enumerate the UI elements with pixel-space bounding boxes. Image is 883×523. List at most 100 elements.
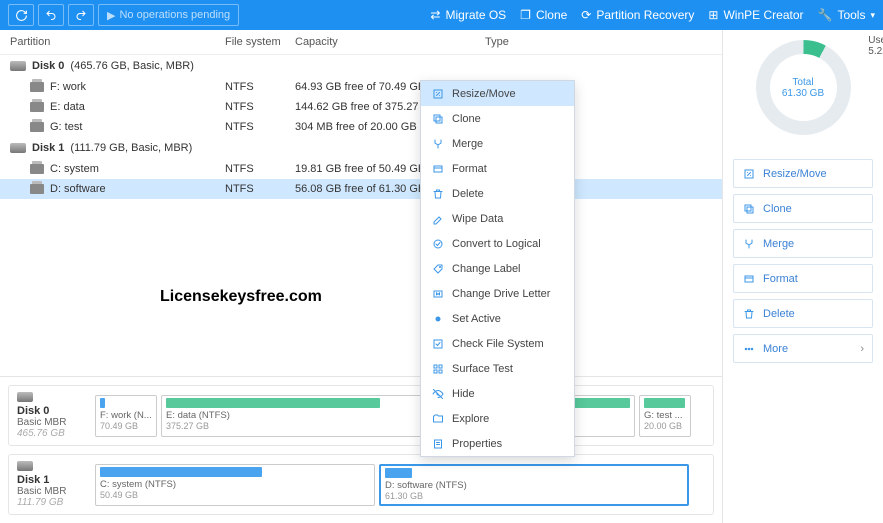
disk-map-row[interactable]: Disk 1Basic MBR111.79 GB C: system (NTFS…: [8, 454, 714, 515]
refresh-button[interactable]: [8, 4, 34, 26]
delete-icon: [742, 307, 755, 320]
action-delete[interactable]: Delete: [733, 299, 873, 328]
partition-bar[interactable]: C: system (NTFS) 50.49 GB: [95, 464, 375, 506]
context-menu-item[interactable]: Change Drive Letter: [421, 281, 574, 306]
pending-operations-button[interactable]: ▶ No operations pending: [98, 4, 239, 26]
context-menu-item[interactable]: Delete: [421, 181, 574, 206]
redo-button[interactable]: [68, 4, 94, 26]
disk-icon: [17, 392, 33, 402]
partition-bar-fill: [385, 468, 412, 478]
donut-used-value: 5.22 GB: [868, 46, 883, 57]
migrate-os-button[interactable]: ⇄Migrate OS: [430, 8, 506, 22]
right-panel: Used 5.22 GB Total 61.30 GB Resize/Move C…: [723, 30, 883, 523]
partition-bar-size: 70.49 GB: [100, 421, 152, 431]
partition-row[interactable]: E: dataNTFS144.62 GB free of 375.27 GB: [0, 97, 722, 117]
top-toolbar: ▶ No operations pending ⇄Migrate OS ❐Clo…: [0, 0, 883, 30]
action-label: Delete: [763, 308, 795, 320]
context-menu-label: Merge: [452, 138, 483, 150]
format-icon: [742, 272, 755, 285]
context-menu-label: Properties: [452, 438, 502, 450]
usage-donut: Used 5.22 GB Total 61.30 GB: [733, 40, 873, 135]
merge-icon: [431, 137, 444, 150]
bar-wrap: F: work (N... 70.49 GB E: data (NTFS) 37…: [95, 395, 705, 437]
partition-bar[interactable]: G: test ... 20.00 GB: [639, 395, 691, 437]
context-menu-item[interactable]: Hide: [421, 381, 574, 406]
donut-used: Used 5.22 GB: [868, 35, 883, 57]
col-partition[interactable]: Partition: [10, 36, 225, 48]
partition-recovery-button[interactable]: ⟳Partition Recovery: [581, 8, 694, 22]
context-menu-item[interactable]: Check File System: [421, 331, 574, 356]
tools-button[interactable]: 🔧Tools▾: [818, 8, 876, 22]
clone-icon: [742, 202, 755, 215]
partition-row[interactable]: F: workNTFS64.93 GB free of 70.49 GB: [0, 77, 722, 97]
partition-fs: NTFS: [225, 163, 295, 175]
context-menu-item[interactable]: Explore: [421, 406, 574, 431]
context-menu-item[interactable]: Surface Test: [421, 356, 574, 381]
context-menu-item[interactable]: Format: [421, 156, 574, 181]
partition-name: F: work: [50, 81, 86, 93]
col-capacity[interactable]: Capacity: [295, 36, 485, 48]
format-icon: [431, 162, 444, 175]
action-label: Merge: [763, 238, 794, 250]
context-menu-item[interactable]: Change Label: [421, 256, 574, 281]
winpe-creator-label: WinPE Creator: [723, 8, 803, 22]
partition-bar-fill: [100, 398, 105, 408]
disk-meta: (465.76 GB, Basic, MBR): [70, 60, 194, 72]
props-icon: [431, 437, 444, 450]
disk-row[interactable]: Disk 0 (465.76 GB, Basic, MBR): [0, 55, 722, 77]
partition-bar-size: 61.30 GB: [385, 491, 683, 501]
disk-map-row[interactable]: Disk 0Basic MBR465.76 GB F: work (N... 7…: [8, 385, 714, 446]
context-menu-label: Change Drive Letter: [452, 288, 550, 300]
context-menu-label: Surface Test: [452, 363, 513, 375]
partition-bar[interactable]: D: software (NTFS) 61.30 GB: [379, 464, 689, 506]
action-resize[interactable]: Resize/Move: [733, 159, 873, 188]
disk-map-area: Disk 0Basic MBR465.76 GB F: work (N... 7…: [0, 376, 722, 523]
partition-row[interactable]: D: softwareNTFS56.08 GB free of 61.30 GB: [0, 179, 722, 199]
action-merge[interactable]: Merge: [733, 229, 873, 258]
context-menu-label: Format: [452, 163, 487, 175]
windows-icon: ⊞: [708, 8, 718, 22]
donut-used-label: Used: [868, 35, 883, 46]
chevron-right-icon: ›: [860, 343, 864, 355]
action-label: More: [763, 343, 788, 355]
context-menu-item[interactable]: Resize/Move: [421, 81, 574, 106]
context-menu-item[interactable]: Clone: [421, 106, 574, 131]
col-filesystem[interactable]: File system: [225, 36, 295, 48]
context-menu-label: Change Label: [452, 263, 521, 275]
context-menu-label: Resize/Move: [452, 88, 516, 100]
context-menu-item[interactable]: Merge: [421, 131, 574, 156]
winpe-creator-button[interactable]: ⊞ WinPE Creator: [708, 8, 803, 22]
context-menu-item[interactable]: Wipe Data: [421, 206, 574, 231]
volume-icon: [30, 122, 44, 132]
partition-fs: NTFS: [225, 81, 295, 93]
clone-button[interactable]: ❐Clone: [520, 8, 567, 22]
action-more[interactable]: More ›: [733, 334, 873, 363]
context-menu-item[interactable]: Convert to Logical: [421, 231, 574, 256]
col-type[interactable]: Type: [485, 36, 712, 48]
tools-label: Tools: [837, 8, 865, 22]
action-format[interactable]: Format: [733, 264, 873, 293]
volume-icon: [30, 102, 44, 112]
bar-wrap: C: system (NTFS) 50.49 GB D: software (N…: [95, 464, 705, 506]
context-menu-label: Delete: [452, 188, 484, 200]
hide-icon: [431, 387, 444, 400]
partition-row[interactable]: G: testNTFS304 MB free of 20.00 GB: [0, 117, 722, 137]
partition-row[interactable]: C: systemNTFS19.81 GB free of 50.49 GBAc…: [0, 159, 722, 179]
context-menu-item[interactable]: Properties: [421, 431, 574, 456]
donut-chart: Total 61.30 GB: [756, 40, 851, 135]
partition-recovery-label: Partition Recovery: [596, 8, 694, 22]
donut-total-value: 61.30 GB: [782, 88, 824, 99]
disk-row[interactable]: Disk 1 (111.79 GB, Basic, MBR): [0, 137, 722, 159]
undo-button[interactable]: [38, 4, 64, 26]
partition-fs: NTFS: [225, 101, 295, 113]
action-clone[interactable]: Clone: [733, 194, 873, 223]
context-menu-label: Set Active: [452, 313, 501, 325]
context-menu-item[interactable]: Set Active: [421, 306, 574, 331]
disk-map-info: Disk 1Basic MBR111.79 GB: [17, 461, 87, 508]
pending-label: No operations pending: [119, 9, 230, 21]
disk-label: Disk 1: [32, 142, 64, 154]
disk-icon: [10, 143, 26, 153]
context-menu[interactable]: Resize/Move Clone Merge Format Delete Wipe Da…: [420, 80, 575, 457]
action-label: Format: [763, 273, 798, 285]
partition-bar[interactable]: F: work (N... 70.49 GB: [95, 395, 157, 437]
